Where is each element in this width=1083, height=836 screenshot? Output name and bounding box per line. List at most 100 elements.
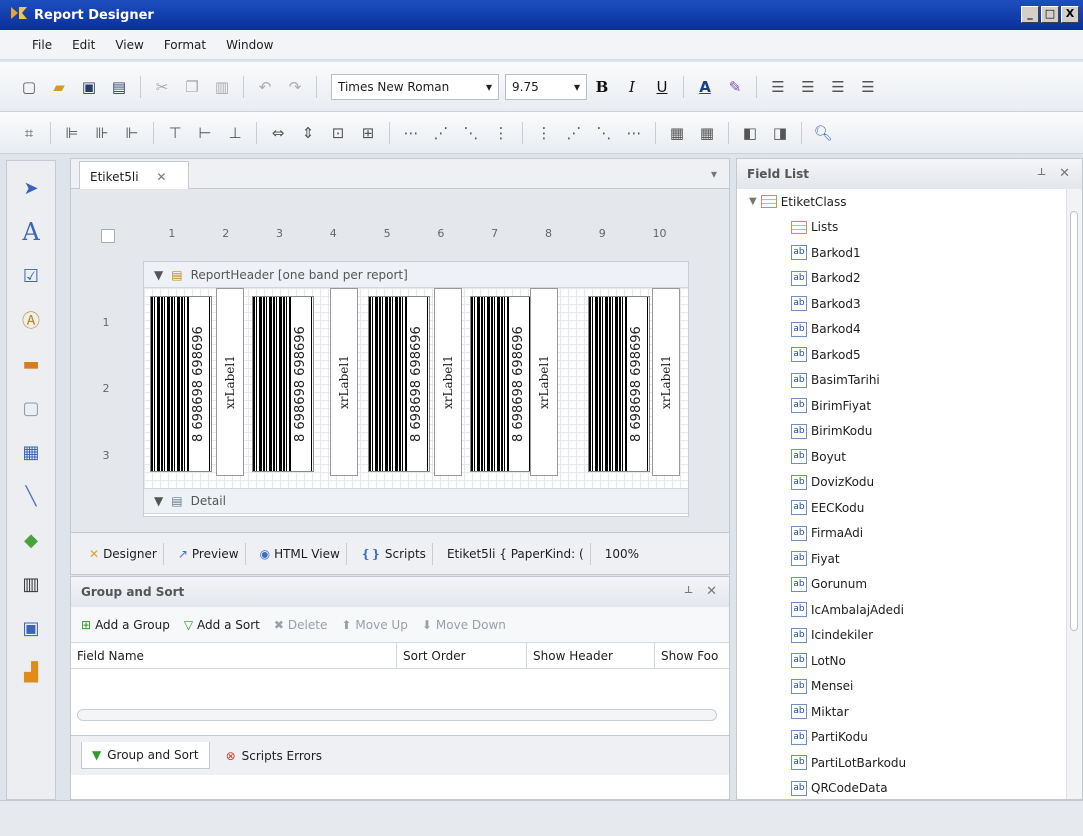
field-item[interactable]: ab BirimFiyat bbox=[737, 393, 1067, 419]
table-tool-icon[interactable]: ▦ bbox=[16, 437, 46, 467]
xrlabel-control[interactable]: xrLabel1 bbox=[434, 288, 462, 476]
align-rights-icon[interactable]: ⊩ bbox=[121, 122, 143, 144]
copy-icon[interactable]: ❐ bbox=[181, 76, 203, 98]
new-icon[interactable]: ▢ bbox=[18, 76, 40, 98]
column-header[interactable]: Field Name bbox=[71, 643, 397, 669]
add-group-button[interactable]: ⊞ Add a Group bbox=[81, 618, 170, 632]
tab-html-view[interactable]: ◉ HTML View bbox=[254, 542, 347, 565]
vspace-equal-icon[interactable]: ⋮ bbox=[533, 122, 555, 144]
same-size-icon[interactable]: ⊞ bbox=[357, 122, 379, 144]
paste-icon[interactable]: ▥ bbox=[211, 76, 233, 98]
vspace-increase-icon[interactable]: ⋰ bbox=[563, 122, 585, 144]
detail-band[interactable]: ▼ ▤ Detail bbox=[144, 488, 688, 514]
scroll-thumb[interactable] bbox=[1070, 211, 1078, 631]
barcode-tool-icon[interactable]: ▥ bbox=[16, 569, 46, 599]
xrlabel-control[interactable]: xrLabel1 bbox=[652, 288, 680, 476]
highlight-color-icon[interactable]: ✎ bbox=[724, 76, 746, 98]
pointer-tool-icon[interactable]: ➤ bbox=[16, 173, 46, 203]
close-icon[interactable]: ✕ bbox=[706, 584, 717, 599]
richtext-tool-icon[interactable]: Ⓐ bbox=[16, 305, 46, 335]
align-right-icon[interactable]: ☰ bbox=[827, 76, 849, 98]
panel-tool-icon[interactable]: ▢ bbox=[16, 393, 46, 423]
vertical-scrollbar[interactable] bbox=[1066, 189, 1082, 799]
menu-format[interactable]: Format bbox=[164, 38, 206, 52]
column-header[interactable]: Sort Order bbox=[397, 643, 527, 669]
tab-group-and-sort[interactable]: ▼ Group and Sort bbox=[81, 742, 210, 769]
barcode-control[interactable]: 8 698698 698696 bbox=[368, 296, 430, 472]
xrlabel-control[interactable]: xrLabel1 bbox=[530, 288, 558, 476]
bold-button[interactable]: B bbox=[591, 76, 613, 98]
field-item[interactable]: ab Boyut bbox=[737, 444, 1067, 470]
horizontal-scrollbar[interactable] bbox=[77, 709, 717, 721]
menu-view[interactable]: View bbox=[115, 38, 143, 52]
move-down-button[interactable]: ⬇ Move Down bbox=[422, 618, 506, 632]
tree-node[interactable]: Lists bbox=[737, 215, 1067, 241]
field-item[interactable]: ab EECKodu bbox=[737, 495, 1067, 521]
field-item[interactable]: ab FirmaAdi bbox=[737, 521, 1067, 547]
design-canvas[interactable]: 1 2 3 4 5 6 7 8 9 10 1 2 3 ▼ ▤ ReportHea… bbox=[71, 189, 729, 532]
send-to-back-icon[interactable]: ◨ bbox=[769, 122, 791, 144]
close-icon[interactable]: ✕ bbox=[1059, 166, 1070, 181]
add-sort-button[interactable]: ▽ Add a Sort bbox=[184, 618, 260, 632]
center-horizontally-icon[interactable]: ▦ bbox=[666, 122, 688, 144]
hspace-increase-icon[interactable]: ⋰ bbox=[430, 122, 452, 144]
menu-edit[interactable]: Edit bbox=[72, 38, 95, 52]
size-to-grid-icon[interactable]: ⊡ bbox=[327, 122, 349, 144]
shape-tool-icon[interactable]: ◆ bbox=[16, 525, 46, 555]
field-item[interactable]: ab Barkod3 bbox=[737, 291, 1067, 317]
move-up-button[interactable]: ⬆ Move Up bbox=[341, 618, 407, 632]
align-to-grid-icon[interactable]: ⌗ bbox=[18, 122, 40, 144]
collapse-arrow-icon[interactable]: ▼ bbox=[749, 196, 757, 207]
field-item[interactable]: ab Fiyat bbox=[737, 546, 1067, 572]
align-lefts-icon[interactable]: ⊫ bbox=[61, 122, 83, 144]
xrlabel-control[interactable]: xrLabel1 bbox=[330, 288, 358, 476]
barcode-control[interactable]: 8 698698 698696 bbox=[150, 296, 212, 472]
chevron-down-icon[interactable]: ▾ bbox=[711, 167, 717, 181]
align-tops-icon[interactable]: ⊤ bbox=[164, 122, 186, 144]
hspace-remove-icon[interactable]: ⋮ bbox=[490, 122, 512, 144]
field-item[interactable]: ab Barkod4 bbox=[737, 317, 1067, 343]
vspace-decrease-icon[interactable]: ⋱ bbox=[593, 122, 615, 144]
collapse-arrow-icon[interactable]: ▼ bbox=[154, 268, 163, 282]
close-button[interactable]: X bbox=[1061, 6, 1079, 23]
barcode-control[interactable]: 8 698698 698696 bbox=[252, 296, 314, 472]
report-header-body[interactable]: 8 698698 698696 xrLabel1 8 698698 698696… bbox=[144, 288, 688, 488]
xrlabel-control[interactable]: xrLabel1 bbox=[216, 288, 244, 476]
italic-button[interactable]: I bbox=[621, 76, 643, 98]
open-icon[interactable]: ▰ bbox=[48, 76, 70, 98]
font-color-button[interactable]: A bbox=[694, 76, 716, 98]
delete-button[interactable]: ✖ Delete bbox=[274, 618, 328, 632]
redo-icon[interactable]: ↷ bbox=[284, 76, 306, 98]
chart-tool-icon[interactable]: ▟ bbox=[16, 657, 46, 687]
zoom-level[interactable]: 100% bbox=[599, 543, 645, 565]
picture-tool-icon[interactable]: ▬ bbox=[16, 349, 46, 379]
menu-window[interactable]: Window bbox=[226, 38, 273, 52]
save-all-icon[interactable]: ▤ bbox=[108, 76, 130, 98]
field-item[interactable]: ab Miktar bbox=[737, 699, 1067, 725]
close-icon[interactable]: ✕ bbox=[156, 170, 166, 184]
field-item[interactable]: ab PartiLotBarkodu bbox=[737, 750, 1067, 776]
barcode-control[interactable]: 8 698698 698696 bbox=[470, 296, 532, 472]
center-vertically-icon[interactable]: ▦ bbox=[696, 122, 718, 144]
tree-root-node[interactable]: ▼ EtiketClass bbox=[737, 189, 1067, 215]
field-item[interactable]: ab Barkod2 bbox=[737, 266, 1067, 292]
hspace-equal-icon[interactable]: ⋯ bbox=[400, 122, 422, 144]
report-header-band[interactable]: ▼ ▤ ReportHeader [one band per report] bbox=[144, 262, 688, 288]
collapse-arrow-icon[interactable]: ▼ bbox=[154, 494, 163, 508]
column-header[interactable]: Show Foo bbox=[655, 643, 729, 669]
field-item[interactable]: ab Gorunum bbox=[737, 572, 1067, 598]
hspace-decrease-icon[interactable]: ⋱ bbox=[460, 122, 482, 144]
tab-designer[interactable]: ✕ Designer bbox=[83, 542, 164, 565]
checkbox-tool-icon[interactable]: ☑ bbox=[16, 261, 46, 291]
align-middles-icon[interactable]: ⊢ bbox=[194, 122, 216, 144]
pin-icon[interactable]: ⊥ bbox=[1037, 167, 1046, 178]
pin-icon[interactable]: ⊥ bbox=[684, 585, 693, 596]
justify-icon[interactable]: ☰ bbox=[857, 76, 879, 98]
align-centers-icon[interactable]: ⊪ bbox=[91, 122, 113, 144]
field-item[interactable]: ab QRCodeData bbox=[737, 776, 1067, 800]
tab-scripts-errors[interactable]: ⊗ Scripts Errors bbox=[216, 743, 332, 769]
maximize-button[interactable]: □ bbox=[1041, 6, 1059, 23]
menu-file[interactable]: File bbox=[32, 38, 52, 52]
field-item[interactable]: ab IcAmbalajAdedi bbox=[737, 597, 1067, 623]
zoom-icon[interactable]: 🔍︎ bbox=[812, 122, 834, 144]
